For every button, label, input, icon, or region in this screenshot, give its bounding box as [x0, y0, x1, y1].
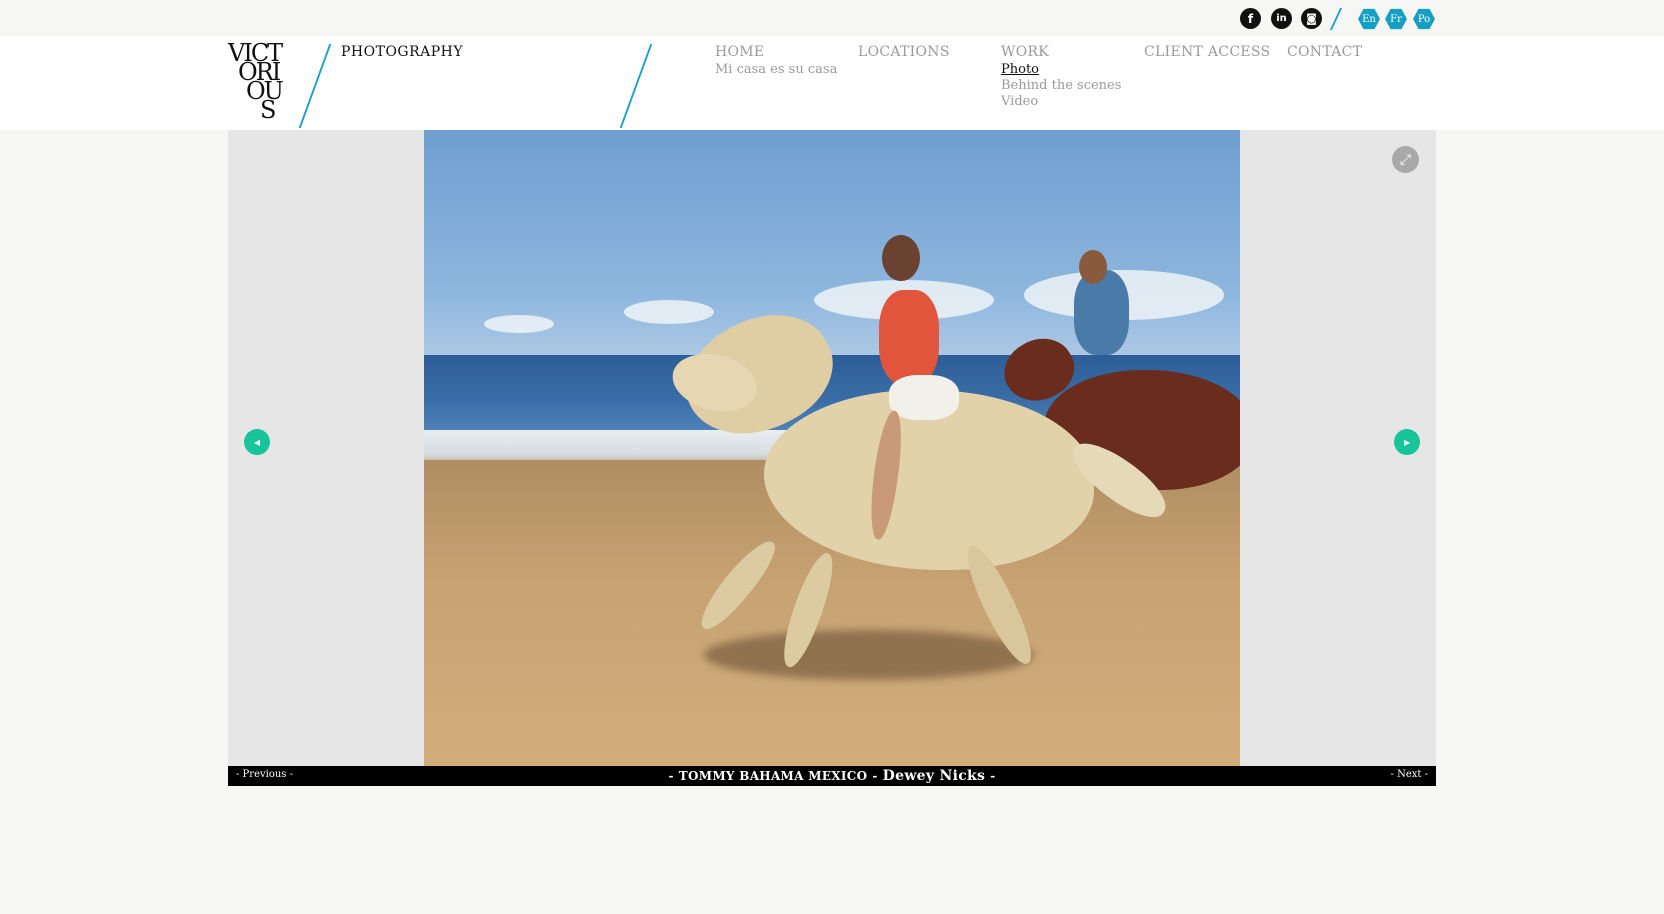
nav-work-behind-link[interactable]: Behind the scenes	[1001, 78, 1121, 94]
gallery-photo[interactable]	[424, 130, 1240, 766]
site-header: VICT ORI OU S PHOTOGRAPHY HOME Mi casa e…	[0, 36, 1664, 130]
instagram-icon[interactable]: ◙	[1301, 8, 1322, 29]
lang-en-button[interactable]: En	[1358, 8, 1380, 30]
nav-locations-link[interactable]: LOCATIONS	[858, 44, 950, 62]
nav-work: WORK Photo Behind the scenes Video	[1001, 44, 1121, 110]
rider-woman-skirt	[889, 375, 959, 420]
nav-home-sub-link[interactable]: Mi casa es su casa	[715, 62, 837, 78]
prev-arrow-button[interactable]: ◂	[244, 429, 270, 455]
caption-photographer: Dewey Nicks	[882, 768, 986, 784]
facebook-icon[interactable]: f	[1240, 8, 1261, 29]
linkedin-icon[interactable]: in	[1271, 8, 1292, 29]
nav-home: HOME Mi casa es su casa	[715, 44, 837, 78]
fullscreen-icon[interactable]: ⤢	[1392, 146, 1419, 173]
photo-cloud	[624, 300, 714, 324]
caption-dash: -	[990, 769, 996, 783]
lang-fr-button[interactable]: Fr	[1385, 8, 1407, 30]
photo-gallery: ◂ ▸ ⤢	[228, 130, 1436, 766]
nav-work-link[interactable]: WORK	[1001, 44, 1121, 62]
next-arrow-button[interactable]: ▸	[1394, 429, 1420, 455]
nav-client-access-link[interactable]: CLIENT ACCESS	[1144, 44, 1270, 62]
logo[interactable]: VICT ORI OU S	[228, 41, 308, 124]
nav-work-video-link[interactable]: Video	[1001, 94, 1121, 110]
rider-man	[1074, 270, 1129, 355]
rider-woman-head	[882, 235, 920, 281]
rider-man-head	[1079, 250, 1107, 284]
rider-woman	[879, 290, 939, 385]
next-link[interactable]: - Next -	[1391, 769, 1428, 780]
logo-line: S	[260, 96, 276, 124]
caption-bar: - Previous - - TOMMY BAHAMA MEXICO - Dewey …	[228, 766, 1436, 786]
caption-client: TOMMY BAHAMA MEXICO	[678, 769, 868, 783]
photo-shadow	[704, 630, 1034, 680]
nav-contact-link[interactable]: CONTACT	[1287, 44, 1362, 62]
caption-dash: -	[668, 769, 674, 783]
photo-cloud	[484, 315, 554, 333]
photo-caption: - TOMMY BAHAMA MEXICO - Dewey Nicks -	[228, 768, 1436, 784]
header-slash	[619, 44, 653, 128]
divider-slash	[1329, 8, 1343, 30]
top-bar: f in ◙ En Fr Po	[0, 0, 1664, 36]
nav-client-access: CLIENT ACCESS	[1144, 44, 1270, 62]
lang-po-button[interactable]: Po	[1413, 8, 1435, 30]
nav-home-link[interactable]: HOME	[715, 44, 837, 62]
nav-locations: LOCATIONS	[858, 44, 950, 62]
brand-subtitle: PHOTOGRAPHY	[341, 44, 464, 60]
nav-contact: CONTACT	[1287, 44, 1362, 62]
caption-dash: -	[872, 769, 878, 783]
nav-work-photo-link[interactable]: Photo	[1001, 62, 1121, 78]
